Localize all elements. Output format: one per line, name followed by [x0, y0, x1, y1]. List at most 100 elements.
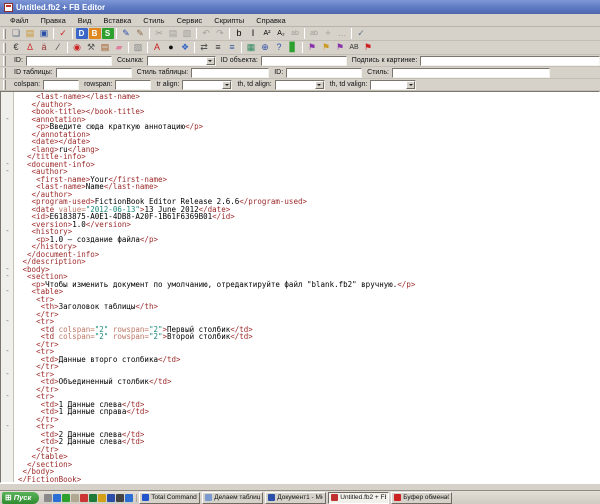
body-view-icon[interactable]: B — [89, 28, 101, 39]
row-id-input[interactable] — [286, 68, 362, 78]
target-icon[interactable]: ◉ — [71, 42, 84, 54]
taskbar-task-4[interactable]: Untitled.fb2 + FB Editor — [328, 492, 389, 504]
quicklaunch-icon-9[interactable] — [116, 494, 124, 502]
combo-arrow-icon[interactable] — [315, 81, 324, 89]
object-id-input[interactable] — [261, 56, 347, 66]
combo-arrow-icon[interactable] — [406, 81, 415, 89]
taskbar-task-1[interactable]: Total Commander 7.0Ha... — [139, 492, 200, 504]
note-pen-icon[interactable]: ✎ — [134, 28, 147, 40]
fold-marker[interactable]: - — [4, 348, 11, 355]
quicklaunch-icon-7[interactable] — [98, 494, 106, 502]
slash-icon[interactable]: ∕ — [52, 42, 65, 54]
menu-item-2[interactable]: Правка — [34, 15, 71, 26]
menu-item-4[interactable]: Вставка — [97, 15, 137, 26]
menu-item-3[interactable]: Вид — [72, 15, 98, 26]
redo-icon[interactable]: ↷ — [214, 28, 227, 40]
books-icon[interactable]: ▤ — [99, 42, 112, 54]
tr-align-combobox[interactable] — [182, 80, 232, 90]
combo-arrow-icon[interactable] — [206, 57, 215, 65]
more-tools-icon[interactable]: … — [336, 28, 349, 40]
combo-arrow-icon[interactable] — [222, 81, 231, 89]
help-icon[interactable]: ? — [273, 42, 286, 54]
globe-icon[interactable]: ⊕ — [259, 42, 272, 54]
th-td-valign-combobox[interactable] — [370, 80, 416, 90]
th-td-align-combobox[interactable] — [275, 80, 325, 90]
rowspan-input[interactable] — [115, 80, 151, 90]
source-view-icon[interactable]: S — [102, 28, 114, 39]
paste-icon[interactable]: ▧ — [181, 28, 194, 40]
palette-icon[interactable]: ❖ — [179, 42, 192, 54]
undo-icon[interactable]: ↶ — [200, 28, 213, 40]
insert-element-icon[interactable]: + — [322, 28, 335, 40]
font-color-icon[interactable]: A — [151, 42, 164, 54]
quicklaunch-icon-4[interactable] — [71, 494, 79, 502]
quicklaunch-icon-5[interactable] — [80, 494, 88, 502]
menu-item-5[interactable]: Стиль — [137, 15, 170, 26]
spellcheck-icon[interactable]: ✓ — [355, 28, 368, 40]
toolbar-gripper[interactable] — [3, 80, 6, 90]
link-pen-icon[interactable]: ✎ — [120, 28, 133, 40]
description-view-icon[interactable]: D — [76, 28, 88, 39]
code-area[interactable]: <last-name></last-name> </author> <book-… — [14, 92, 599, 482]
start-button[interactable]: ⊞ Пуск — [2, 492, 39, 504]
open-folder-icon[interactable]: ▤ — [24, 28, 37, 40]
colspan-input[interactable] — [43, 80, 79, 90]
numbered-list-icon[interactable]: ≡ — [226, 42, 239, 54]
toolbar-gripper[interactable] — [3, 43, 6, 53]
superscript-icon[interactable]: A² — [261, 28, 274, 40]
emphasis-style-icon[interactable]: ab — [308, 28, 321, 40]
euro-icon[interactable]: € — [10, 42, 23, 54]
bullet-icon[interactable]: ● — [165, 42, 178, 54]
taskbar-task-5[interactable]: Буфер обмена03.jpg - Ir... — [391, 492, 452, 504]
quicklaunch-icon-3[interactable] — [62, 494, 70, 502]
quicklaunch-icon-10[interactable] — [125, 494, 133, 502]
fold-marker[interactable]: - — [4, 393, 11, 400]
cut-icon[interactable]: ✂ — [153, 28, 166, 40]
fold-marker[interactable]: - — [4, 371, 11, 378]
source-editor[interactable]: ------------ <last-name></last-name> </a… — [0, 91, 600, 483]
flag-purple2-icon[interactable]: ⚑ — [334, 42, 347, 54]
list-icon[interactable]: ≡ — [212, 42, 225, 54]
fold-marker[interactable]: - — [4, 423, 11, 430]
menu-item-6[interactable]: Сервис — [171, 15, 209, 26]
taskbar-task-2[interactable]: Делаем таблицу в FB2 |... — [202, 492, 263, 504]
fold-marker[interactable]: - — [4, 168, 11, 175]
cleanup-icon[interactable]: ▨ — [132, 42, 145, 54]
fold-marker[interactable]: - — [4, 273, 11, 280]
flag-red-icon[interactable]: ⚑ — [362, 42, 375, 54]
fold-marker[interactable]: - — [4, 116, 11, 123]
tools-hammer-icon[interactable]: ⚒ — [85, 42, 98, 54]
quicklaunch-icon-1[interactable] — [44, 494, 52, 502]
menu-item-1[interactable]: Файл — [4, 15, 34, 26]
subscript-icon[interactable]: A₂ — [275, 28, 288, 40]
save-icon[interactable]: ▣ — [38, 28, 51, 40]
quicklaunch-icon-2[interactable] — [53, 494, 61, 502]
quicklaunch-icon-8[interactable] — [107, 494, 115, 502]
menu-item-8[interactable]: Справка — [250, 15, 291, 26]
delta-icon[interactable]: Δ — [24, 42, 37, 54]
merge-icon[interactable]: ⇄ — [198, 42, 211, 54]
taskbar-task-3[interactable]: Документ1 - Microsoft ... — [265, 492, 326, 504]
copy-icon[interactable]: ▤ — [167, 28, 180, 40]
link-combobox[interactable] — [147, 56, 216, 66]
italic-icon[interactable]: I — [247, 28, 260, 40]
quicklaunch-icon-6[interactable] — [89, 494, 97, 502]
bold-icon[interactable]: b — [233, 28, 246, 40]
fold-marker[interactable]: - — [4, 228, 11, 235]
table-id-input[interactable] — [56, 68, 132, 78]
image-caption-input[interactable] — [420, 56, 600, 66]
eraser-icon[interactable]: ▰ — [113, 42, 126, 54]
table-style-input[interactable] — [191, 68, 269, 78]
chart-icon[interactable]: ▊ — [287, 42, 300, 54]
ab-marker-icon[interactable]: AB — [348, 42, 361, 54]
flag-purple-icon[interactable]: ⚑ — [306, 42, 319, 54]
flag-yellow-icon[interactable]: ⚑ — [320, 42, 333, 54]
style-input[interactable] — [392, 68, 550, 78]
code-style-icon[interactable]: ab — [289, 28, 302, 40]
validate-icon[interactable]: ✓ — [57, 28, 70, 40]
toolbar-gripper[interactable] — [3, 68, 6, 78]
fold-marker[interactable]: - — [4, 318, 11, 325]
new-document-icon[interactable]: ❏ — [10, 28, 23, 40]
toolbar-gripper[interactable] — [3, 56, 6, 66]
image-icon[interactable]: ▦ — [245, 42, 258, 54]
